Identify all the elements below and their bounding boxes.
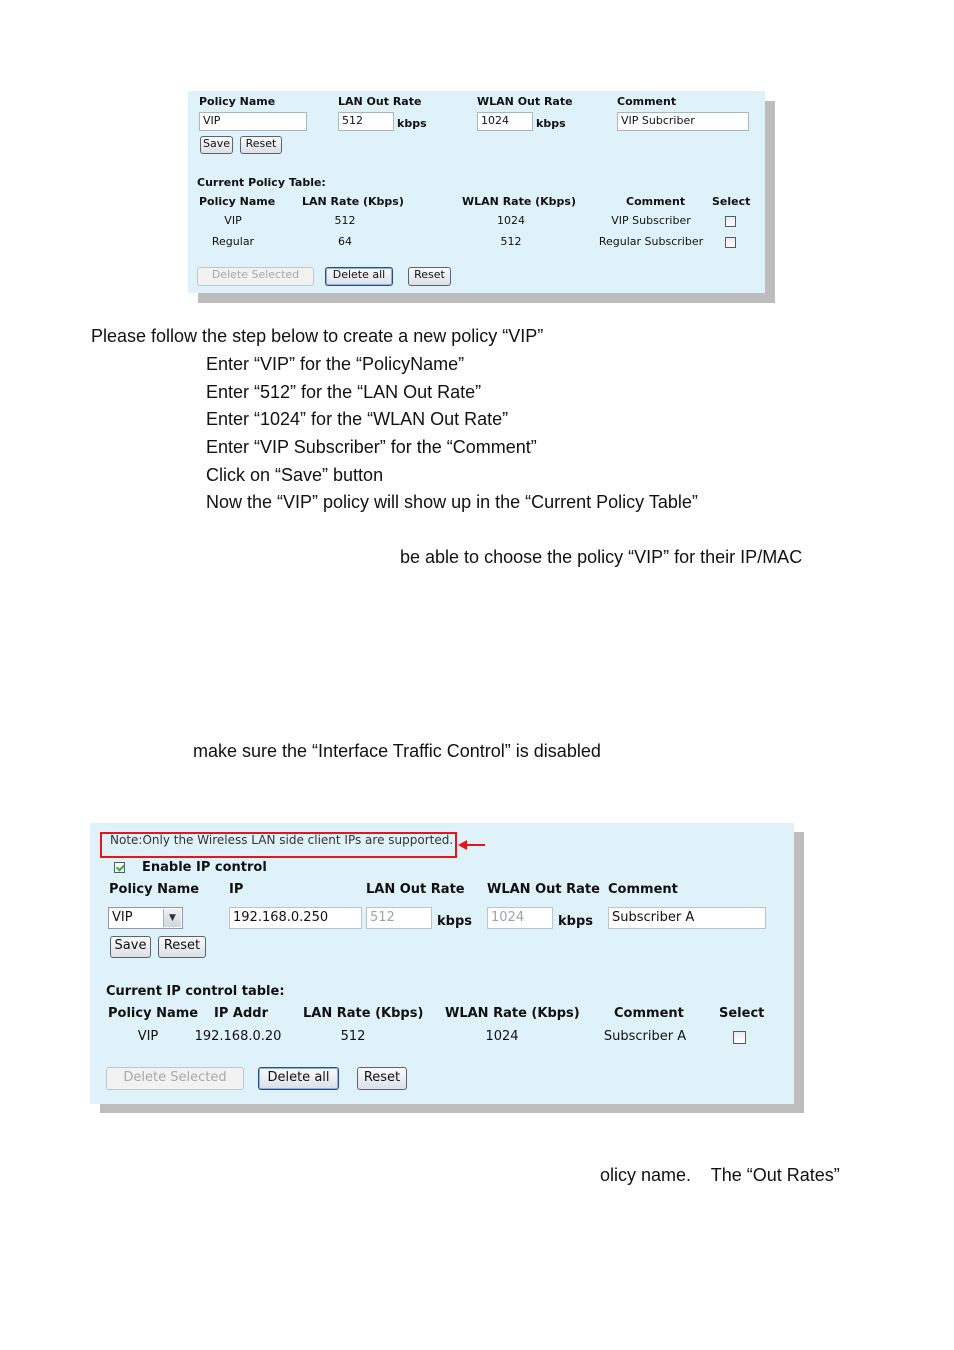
cell-ip: 192.168.0.20 (194, 1029, 282, 1044)
cell-wlan: 1024 (497, 214, 525, 227)
instruction-step: Now the “VIP” policy will show up in the… (206, 492, 698, 512)
comment-label: Comment (608, 882, 678, 897)
instruction-step: Enter “1024” for the “WLAN Out Rate” (206, 409, 509, 429)
policy-panel: Policy Name LAN Out Rate WLAN Out Rate C… (188, 91, 765, 293)
delete-selected-button[interactable]: Delete Selected (106, 1067, 244, 1090)
table-header-comment: Comment (626, 195, 686, 208)
cell-lan: 512 (334, 214, 356, 227)
instruction-step: Enter “VIP” for the “PolicyName” (206, 354, 465, 374)
policy-name-input[interactable]: VIP (199, 112, 307, 131)
cell-comment: Subscriber A (603, 1029, 687, 1044)
cell-wlan: 512 (500, 235, 522, 248)
wlan-out-rate-label: WLAN Out Rate (477, 95, 573, 108)
comment-label: Comment (617, 95, 677, 108)
cell-policy: VIP (137, 1029, 159, 1044)
table-header-policy-name: Policy Name (108, 1006, 199, 1021)
lan-out-rate-label: LAN Out Rate (338, 95, 422, 108)
cell-lan: 64 (338, 235, 352, 248)
cell-comment: Regular Subscriber (598, 235, 704, 248)
select-checkbox[interactable] (725, 216, 736, 227)
reset-button[interactable]: Reset (240, 136, 282, 154)
policy-name-label: Policy Name (199, 95, 276, 108)
lan-out-rate-label: LAN Out Rate (366, 882, 465, 897)
lan-unit-label: kbps (437, 914, 472, 929)
policy-select-value: VIP (112, 910, 133, 925)
ip-input[interactable]: 192.168.0.250 (229, 907, 362, 929)
wlan-out-rate-input[interactable]: 1024 (477, 112, 533, 131)
instructions-intro: Please follow the step below to create a… (91, 326, 544, 346)
table-header-lan-rate: LAN Rate (Kbps) (303, 1006, 424, 1021)
select-checkbox[interactable] (733, 1031, 746, 1044)
note-highlight-box (100, 832, 457, 858)
cell-wlan: 1024 (485, 1029, 519, 1044)
select-checkbox[interactable] (725, 237, 736, 248)
wlan-out-rate-input[interactable]: 1024 (487, 907, 553, 929)
cell-lan: 512 (340, 1029, 366, 1044)
arrow-head-icon (458, 840, 467, 850)
policy-name-label: Policy Name (109, 882, 200, 897)
arrow-icon (465, 844, 485, 846)
table-header-lan-rate: LAN Rate (Kbps) (302, 195, 404, 208)
ip-label: IP (229, 882, 244, 897)
cell-comment: VIP Subscriber (611, 214, 691, 227)
table-reset-button[interactable]: Reset (357, 1067, 407, 1090)
cell-policy: VIP (224, 214, 242, 227)
delete-selected-button[interactable]: Delete Selected (197, 267, 314, 286)
comment-input[interactable]: VIP Subcriber (617, 112, 749, 131)
lan-out-rate-input[interactable]: 512 (366, 907, 432, 929)
ip-control-panel: Note:Only the Wireless LAN side client I… (90, 823, 794, 1104)
instruction-step: Click on “Save” button (206, 465, 384, 485)
table-header-select: Select (719, 1006, 765, 1021)
wlan-unit-label: kbps (536, 117, 566, 130)
cell-policy: Regular (211, 235, 255, 248)
table-reset-button[interactable]: Reset (408, 267, 451, 286)
table-header-wlan-rate: WLAN Rate (Kbps) (462, 195, 577, 208)
lan-unit-label: kbps (397, 117, 427, 130)
comment-input[interactable]: Subscriber A (608, 907, 766, 929)
lan-out-rate-input[interactable]: 512 (338, 112, 394, 131)
save-button[interactable]: Save (200, 136, 233, 154)
table-header-select: Select (712, 195, 751, 208)
chevron-down-icon[interactable]: ▼ (163, 909, 181, 927)
delete-all-button[interactable]: Delete all (325, 267, 393, 286)
instruction-step: Enter “VIP Subscriber” for the “Comment” (206, 437, 537, 457)
table-header-wlan-rate: WLAN Rate (Kbps) (445, 1006, 580, 1021)
wlan-unit-label: kbps (558, 914, 593, 929)
enable-ip-control-checkbox[interactable] (114, 862, 125, 873)
table-header-comment: Comment (614, 1006, 684, 1021)
save-button[interactable]: Save (110, 936, 151, 958)
paragraph-fragment: be able to choose the policy “VIP” for t… (400, 547, 803, 567)
table-header-ip-addr: IP Addr (214, 1006, 268, 1021)
paragraph-fragment: make sure the “Interface Traffic Control… (193, 741, 601, 761)
policy-table-title: Current Policy Table: (197, 176, 326, 189)
paragraph-fragment: olicy name. The “Out Rates” (600, 1165, 840, 1185)
policy-select[interactable]: VIP ▼ (108, 907, 183, 929)
table-header-policy-name: Policy Name (199, 195, 276, 208)
wlan-out-rate-label: WLAN Out Rate (487, 882, 600, 897)
ip-table-title: Current IP control table: (106, 984, 285, 999)
enable-ip-control-label: Enable IP control (142, 860, 267, 875)
delete-all-button[interactable]: Delete all (258, 1067, 339, 1090)
instruction-step: Enter “512” for the “LAN Out Rate” (206, 382, 482, 402)
reset-button[interactable]: Reset (158, 936, 206, 958)
